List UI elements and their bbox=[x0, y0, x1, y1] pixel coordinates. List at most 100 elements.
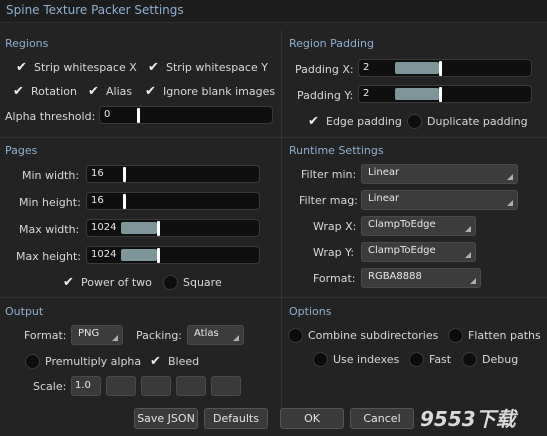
filter-min-label: Filter min: bbox=[301, 168, 357, 181]
bleed-checkbox[interactable]: ✔ Bleed bbox=[148, 354, 199, 369]
dropdown-arrow-icon bbox=[465, 226, 471, 232]
slider-value: 1024 bbox=[91, 222, 117, 233]
fast-checkbox[interactable]: Fast bbox=[409, 352, 451, 367]
debug-checkbox[interactable]: Debug bbox=[462, 352, 518, 367]
slider-value: 2 bbox=[363, 62, 370, 73]
check-icon: ✔ bbox=[308, 114, 319, 129]
checkbox-label: Debug bbox=[482, 353, 519, 366]
output-format-dropdown[interactable]: PNG bbox=[71, 325, 123, 345]
slider-knob[interactable] bbox=[123, 167, 126, 182]
scale-input-5[interactable] bbox=[211, 376, 241, 396]
max-height-slider[interactable]: 1024 bbox=[86, 246, 260, 264]
slider-value: 16 bbox=[91, 195, 104, 206]
dropdown-arrow-icon bbox=[112, 335, 118, 341]
check-icon: ✔ bbox=[63, 275, 74, 290]
wrap-y-dropdown[interactable]: ClampToEdge bbox=[361, 242, 476, 262]
dropdown-value: ClampToEdge bbox=[368, 245, 436, 256]
dropdown-value: PNG bbox=[78, 328, 100, 339]
filter-mag-label: Filter mag: bbox=[299, 194, 358, 207]
save-json-button[interactable]: Save JSON bbox=[134, 408, 198, 429]
dropdown-arrow-icon bbox=[470, 278, 476, 284]
slider-knob[interactable] bbox=[439, 61, 442, 76]
checkbox-label: Duplicate padding bbox=[427, 115, 528, 128]
check-icon: ✔ bbox=[150, 354, 161, 369]
scale-label: Scale: bbox=[33, 380, 67, 393]
ok-button[interactable]: OK bbox=[280, 408, 344, 429]
premultiply-alpha-checkbox[interactable]: Premultiply alpha bbox=[25, 354, 141, 369]
runtime-settings-heading: Runtime Settings bbox=[289, 144, 384, 157]
duplicate-padding-checkbox[interactable]: Duplicate padding bbox=[407, 114, 528, 129]
cancel-button[interactable]: Cancel bbox=[350, 408, 414, 429]
packing-dropdown[interactable]: Atlas bbox=[187, 325, 244, 345]
strip-whitespace-x-checkbox[interactable]: ✔ Strip whitespace X bbox=[14, 60, 137, 75]
square-checkbox[interactable]: Square bbox=[163, 275, 222, 290]
checkbox-label: Flatten paths bbox=[468, 329, 541, 342]
pages-heading: Pages bbox=[5, 144, 38, 157]
checkbox-label: Premultiply alpha bbox=[45, 355, 142, 368]
dropdown-value: ClampToEdge bbox=[368, 219, 436, 230]
radio-empty-icon bbox=[288, 328, 303, 343]
checkbox-label: Power of two bbox=[81, 276, 152, 289]
column-divider bbox=[281, 30, 282, 428]
window-title: Spine Texture Packer Settings bbox=[6, 3, 184, 17]
checkbox-label: Square bbox=[183, 276, 222, 289]
scale-input-3[interactable] bbox=[141, 376, 171, 396]
dropdown-value: Linear bbox=[368, 193, 400, 204]
slider-knob[interactable] bbox=[439, 87, 442, 102]
max-width-slider[interactable]: 1024 bbox=[86, 219, 260, 237]
dropdown-arrow-icon bbox=[233, 335, 239, 341]
check-icon: ✔ bbox=[148, 60, 159, 75]
scale-input-4[interactable] bbox=[176, 376, 206, 396]
scale-input-1[interactable]: 1.0 bbox=[71, 376, 101, 396]
slider-fill bbox=[121, 249, 157, 261]
checkbox-label: Strip whitespace Y bbox=[166, 61, 268, 74]
max-width-label: Max width: bbox=[19, 223, 80, 236]
strip-whitespace-y-checkbox[interactable]: ✔ Strip whitespace Y bbox=[146, 60, 268, 75]
dropdown-value: Linear bbox=[368, 167, 400, 178]
scale-input-2[interactable] bbox=[106, 376, 136, 396]
checkbox-label: Combine subdirectories bbox=[308, 329, 439, 342]
checkbox-label: Fast bbox=[429, 353, 452, 366]
min-height-slider[interactable]: 16 bbox=[86, 192, 260, 210]
filter-min-dropdown[interactable]: Linear bbox=[361, 164, 518, 184]
use-indexes-checkbox[interactable]: Use indexes bbox=[313, 352, 399, 367]
ignore-blank-images-checkbox[interactable]: ✔ Ignore blank images bbox=[143, 84, 275, 99]
row-divider-2 bbox=[0, 297, 547, 298]
defaults-button[interactable]: Defaults bbox=[204, 408, 268, 429]
combine-subdirectories-checkbox[interactable]: Combine subdirectories bbox=[288, 328, 438, 343]
slider-knob[interactable] bbox=[157, 221, 160, 236]
padding-x-label: Padding X: bbox=[295, 63, 354, 76]
min-width-slider[interactable]: 16 bbox=[86, 165, 260, 183]
regions-heading: Regions bbox=[5, 37, 49, 50]
output-format-label: Format: bbox=[24, 329, 67, 342]
padding-y-label: Padding Y: bbox=[297, 89, 354, 102]
row-divider-1 bbox=[0, 137, 547, 138]
alias-checkbox[interactable]: ✔ Alias bbox=[86, 84, 132, 99]
wrap-x-dropdown[interactable]: ClampToEdge bbox=[361, 216, 476, 236]
checkbox-label: Ignore blank images bbox=[163, 85, 276, 98]
filter-mag-dropdown[interactable]: Linear bbox=[361, 190, 518, 210]
runtime-format-dropdown[interactable]: RGBA8888 bbox=[361, 268, 481, 288]
output-heading: Output bbox=[5, 305, 44, 318]
checkbox-label: Use indexes bbox=[333, 353, 400, 366]
alpha-threshold-slider[interactable]: 0 bbox=[99, 106, 273, 124]
rotation-checkbox[interactable]: ✔ Rotation bbox=[11, 84, 77, 99]
dropdown-arrow-icon bbox=[507, 200, 513, 206]
dropdown-value: RGBA8888 bbox=[368, 271, 422, 282]
power-of-two-checkbox[interactable]: ✔ Power of two bbox=[61, 275, 152, 290]
slider-knob[interactable] bbox=[157, 248, 160, 263]
alpha-threshold-label: Alpha threshold: bbox=[5, 110, 96, 123]
slider-knob[interactable] bbox=[137, 108, 140, 123]
edge-padding-checkbox[interactable]: ✔ Edge padding bbox=[306, 114, 402, 129]
max-height-label: Max height: bbox=[16, 250, 82, 263]
flatten-paths-checkbox[interactable]: Flatten paths bbox=[448, 328, 541, 343]
padding-x-slider[interactable]: 2 bbox=[358, 59, 532, 77]
packing-label: Packing: bbox=[136, 329, 183, 342]
slider-knob[interactable] bbox=[123, 194, 126, 209]
checkbox-label: Edge padding bbox=[326, 115, 402, 128]
padding-y-slider[interactable]: 2 bbox=[358, 85, 532, 103]
scale-value: 1.0 bbox=[75, 380, 91, 391]
min-width-label: Min width: bbox=[22, 169, 80, 182]
checkbox-label: Strip whitespace X bbox=[34, 61, 137, 74]
radio-empty-icon bbox=[25, 354, 40, 369]
